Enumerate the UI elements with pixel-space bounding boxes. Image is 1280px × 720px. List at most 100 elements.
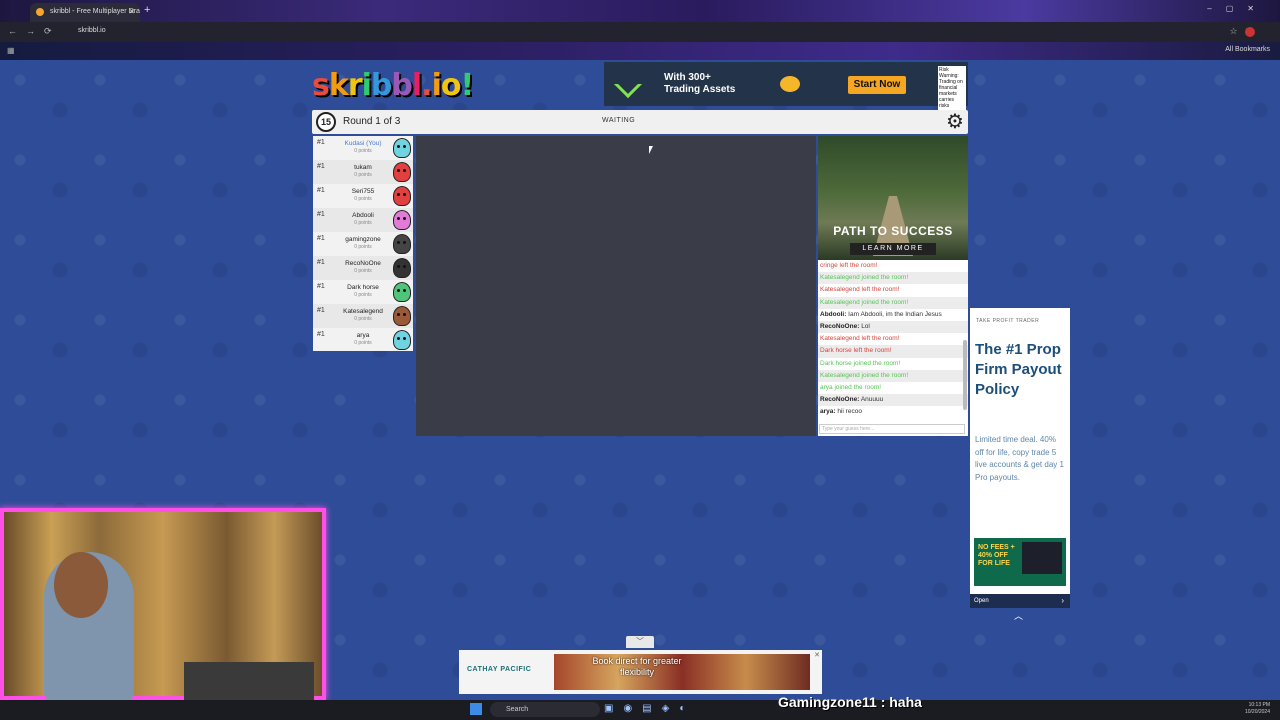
url-field[interactable]: skribbl.io: [66, 27, 106, 34]
player-avatar-icon: [393, 138, 411, 158]
taskbar-app-icons[interactable]: ▣◉▤◈◐: [604, 703, 695, 714]
player-rank: #1: [317, 187, 325, 194]
top-ad-line2: Trading Assets: [664, 84, 736, 95]
bookmarks-bar: ▦ All Bookmarks: [0, 42, 1280, 60]
guess-input[interactable]: Type your guess here...: [819, 424, 965, 434]
drawing-canvas[interactable]: [416, 136, 816, 436]
chat-message: RecoNoOne: Anuuuu: [818, 394, 968, 407]
start-now-button[interactable]: Start Now: [848, 76, 906, 94]
chat-message: Abdooli: Iam Abdooli, im the Indian Jesu…: [818, 309, 968, 321]
player-points: 0 points: [354, 220, 372, 226]
system-tray[interactable]: 10:13 PM 10/20/2024: [1245, 702, 1270, 716]
player-name: RecoNoOne: [345, 260, 381, 267]
chat-message: Dark horse joined the room!: [820, 359, 901, 367]
player-points: 0 points: [354, 268, 372, 274]
windows-start-icon[interactable]: [470, 703, 482, 715]
chat-message: cringe left the room!: [820, 262, 878, 269]
chat-author: arya:: [820, 408, 836, 416]
player-avatar-icon: [393, 162, 411, 182]
chat-message: arya: hii recoo: [818, 406, 968, 418]
check-logo-icon: [613, 69, 643, 99]
chat-message: Katesalegend joined the room!: [818, 369, 968, 382]
ad-open-label: Open: [974, 598, 989, 604]
chat-message: Katesalegend left the room!: [820, 335, 900, 343]
player-avatar-icon: [393, 258, 411, 278]
all-bookmarks[interactable]: All Bookmarks: [1225, 46, 1270, 53]
collapse-ad-button[interactable]: ﹀: [626, 636, 654, 648]
learn-more-button[interactable]: LEARN MORE: [850, 243, 936, 255]
chat-author: Abdooli:: [820, 310, 847, 318]
close-tab-icon[interactable]: ✕: [128, 7, 135, 16]
windows-taskbar: Search ▣◉▤◈◐ 10:13 PM 10/20/2024: [0, 700, 1280, 720]
settings-gear-icon[interactable]: ⚙: [944, 111, 966, 133]
chart-thumbnail-icon: [1022, 542, 1062, 574]
chat-message: Katesalegend joined the room!: [818, 272, 968, 285]
taskbar-search[interactable]: Search: [490, 702, 600, 717]
player-row[interactable]: #1 gamingzone 0 points: [313, 232, 413, 256]
right-ad-banner[interactable]: TAKE PROFIT TRADER The #1 Prop Firm Payo…: [970, 308, 1070, 608]
chat-panel: cringe left the room! Katesalegend joined…: [818, 260, 968, 436]
player-row[interactable]: #1 arya 0 points: [313, 328, 413, 352]
player-row[interactable]: #1 tukam 0 points: [313, 160, 413, 184]
profile-avatar[interactable]: [1245, 27, 1255, 37]
chat-messages: cringe left the room! Katesalegend joined…: [818, 260, 968, 418]
apps-icon[interactable]: ▦: [7, 46, 15, 55]
top-ad-text: With 300+ Trading Assets: [664, 72, 735, 96]
chevron-right-icon: ›: [1061, 596, 1064, 605]
skribbl-logo[interactable]: skribbl.io!: [312, 68, 474, 103]
tab-title: skribbl - Free Multiplayer Dra: [50, 8, 140, 15]
player-rank: #1: [317, 331, 325, 338]
new-tab-icon[interactable]: +: [144, 4, 150, 16]
player-points: 0 points: [354, 292, 372, 298]
player-points: 0 points: [354, 340, 372, 346]
webcam-overlay: [0, 508, 326, 702]
stream-chat-overlay: Gamingzone11 : haha: [778, 694, 922, 710]
ad-brand: TAKE PROFIT TRADER: [976, 318, 1040, 324]
chat-message: Katesalegend joined the room!: [818, 296, 968, 309]
chat-text: Lol: [861, 322, 870, 330]
nav-buttons[interactable]: ←→⟳: [8, 26, 61, 37]
player-rank: #1: [317, 283, 325, 290]
top-ad-banner[interactable]: With 300+ Trading Assets Start Now Risk …: [604, 62, 968, 110]
player-name: tukam: [354, 164, 372, 171]
player-avatar-icon: [393, 306, 411, 326]
chevron-up-icon[interactable]: ︿: [1014, 609, 1023, 622]
player-name: gamingzone: [345, 236, 381, 243]
close-ad-icon[interactable]: ✕: [814, 651, 820, 659]
bottom-ad-banner[interactable]: CATHAY PACIFIC Book direct for greater f…: [459, 650, 822, 694]
browser-tab-bar: skribbl - Free Multiplayer Dra ✕ + –▢✕: [0, 0, 1280, 22]
player-name: Abdooli: [352, 212, 374, 219]
browser-tab[interactable]: skribbl - Free Multiplayer Dra ✕: [30, 3, 140, 22]
window-controls[interactable]: –▢✕: [1207, 4, 1268, 13]
player-row[interactable]: #1 Seri755 0 points: [313, 184, 413, 208]
chat-message: arya joined the room!: [820, 383, 882, 391]
player-name: Dark horse: [347, 284, 379, 291]
ad-image: NO FEES + 40% OFF FOR LIFE: [974, 538, 1066, 586]
game-header: 15 Round 1 of 3 WAITING ⚙: [312, 110, 968, 134]
player-row[interactable]: #1 Katesalegend 0 points: [313, 304, 413, 328]
player-rank: #1: [317, 259, 325, 266]
keyboard-desk: [184, 662, 314, 702]
game-status: WAITING: [602, 117, 636, 124]
player-name: Katesalegend: [343, 308, 383, 315]
ad-open-button[interactable]: Open ›: [970, 594, 1070, 608]
round-label: Round 1 of 3: [343, 116, 401, 127]
url-text: skribbl.io: [78, 27, 106, 34]
player-name: arya: [356, 332, 370, 339]
player-row[interactable]: #1 RecoNoOne 0 points: [313, 256, 413, 280]
side-ad-banner[interactable]: PATH TO SUCCESS LEARN MORE: [818, 136, 968, 260]
chat-scrollbar[interactable]: [963, 340, 967, 410]
player-row[interactable]: #1 Kudasi (You) 0 points: [313, 136, 413, 160]
ad-description: Limited time deal. 40% off for life, cop…: [975, 435, 1064, 482]
top-ad-line1: With 300+: [664, 72, 711, 83]
chat-message: Dark horse left the room!: [818, 345, 968, 358]
timer-clock-icon: 15: [316, 112, 336, 132]
bottom-ad-text: Book direct for greater flexibility: [592, 656, 682, 677]
player-row[interactable]: #1 Abdooli 0 points: [313, 208, 413, 232]
chat-author: RecoNoOne:: [820, 396, 860, 404]
player-points: 0 points: [354, 148, 372, 154]
player-avatar-icon: [393, 210, 411, 230]
skribbl-favicon-icon: [36, 8, 44, 16]
player-row[interactable]: #1 Dark horse 0 points: [313, 280, 413, 304]
clock-date: 10/20/2024: [1244, 709, 1270, 715]
